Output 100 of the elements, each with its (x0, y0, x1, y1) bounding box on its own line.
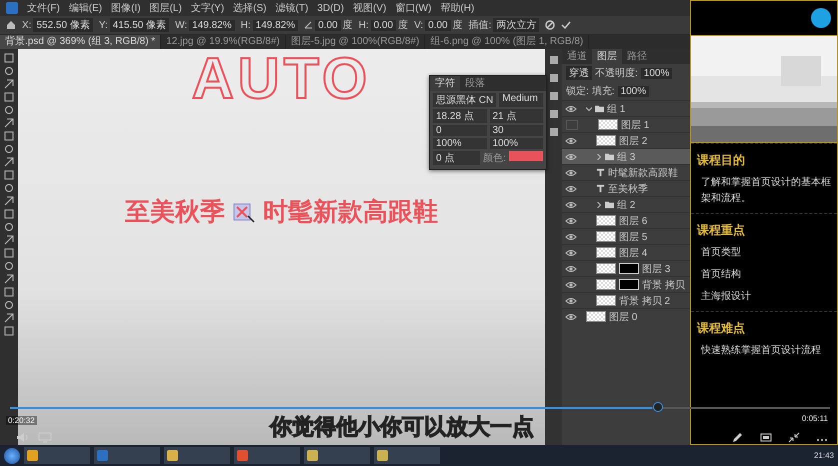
opacity-field[interactable]: 100% (640, 68, 672, 78)
menu-item[interactable]: 编辑(E) (68, 1, 102, 15)
layer-name: 至美秋季 (608, 182, 648, 196)
menu-item[interactable]: 帮助(H) (440, 1, 474, 15)
menu-item[interactable]: 图像(I) (111, 1, 141, 15)
layer-row[interactable]: 背景 拷贝 2 (562, 292, 690, 308)
option-field[interactable]: 0.00 (425, 20, 451, 30)
eye-icon[interactable] (565, 104, 577, 112)
layer-row[interactable]: 组 3 (562, 148, 690, 164)
eye-icon[interactable] (565, 200, 577, 208)
taskbar-button[interactable] (164, 447, 230, 464)
caret-icon[interactable] (586, 106, 592, 112)
menu-item[interactable]: 3D(D) (317, 2, 344, 14)
layer-row[interactable]: 图层 0 (562, 308, 690, 324)
menu-item[interactable]: 视图(V) (352, 1, 386, 15)
pencil-icon[interactable] (732, 432, 744, 443)
eye-icon[interactable] (565, 168, 577, 176)
folder-icon (605, 200, 614, 209)
tool-icon[interactable] (4, 79, 14, 89)
volume-icon[interactable] (16, 432, 30, 443)
color-swatch[interactable] (509, 151, 543, 161)
font-family-field[interactable]: 思源黑体 CN (433, 93, 496, 107)
screen-icon[interactable] (760, 432, 772, 443)
option-field[interactable]: 552.50 像素 (33, 18, 93, 32)
layer-name: 图层 4 (619, 246, 648, 260)
panel-tab[interactable]: 图层 (592, 49, 622, 64)
option-field[interactable]: 149.82% (189, 20, 235, 30)
taskbar-button[interactable] (374, 447, 440, 464)
angle-icon (304, 21, 314, 29)
menu-item[interactable]: 文件(F) (27, 1, 60, 15)
tool-icon[interactable] (4, 313, 14, 323)
tracking-field[interactable]: 30 (490, 125, 543, 136)
tool-icon[interactable] (4, 274, 14, 284)
panel-tab[interactable]: 字符 (430, 76, 460, 91)
leading-field[interactable]: 21 点 (490, 109, 543, 123)
layer-row[interactable]: 图层 6 (562, 212, 690, 228)
commit-check-icon[interactable] (561, 20, 572, 30)
baseline-shift-field[interactable]: 0 点 (433, 151, 480, 165)
eye-icon[interactable] (565, 296, 577, 304)
canvas-text: 时髦新款高跟鞋 (263, 197, 438, 228)
cancel-icon[interactable] (545, 20, 556, 30)
font-size-field[interactable]: 18.28 点 (433, 109, 486, 123)
taskbar-button[interactable] (234, 447, 300, 464)
eye-icon[interactable] (565, 264, 577, 272)
panel-tab[interactable]: 通道 (562, 49, 592, 64)
section-title: 课程目的 (697, 152, 746, 169)
horizontal-scale-field[interactable]: 100% (490, 138, 543, 149)
layer-row[interactable]: 时髦新款高跟鞋 (562, 164, 690, 180)
option-field[interactable]: 0.00 (370, 20, 396, 30)
caret-icon[interactable] (596, 154, 602, 160)
visibility-toggle[interactable] (566, 120, 578, 130)
layer-row[interactable]: 至美秋季 (562, 180, 690, 196)
tool-icon[interactable] (4, 118, 14, 128)
layer-row[interactable]: 图层 1 (562, 116, 690, 132)
layer-row[interactable]: 图层 3 (562, 260, 690, 276)
menu-item[interactable]: 窗口(W) (395, 1, 432, 15)
eye-icon[interactable] (565, 248, 577, 256)
layer-row[interactable]: 背景 拷贝 (562, 276, 690, 292)
eye-icon[interactable] (565, 152, 577, 160)
taskbar-button[interactable] (304, 447, 370, 464)
taskbar-button[interactable] (24, 447, 90, 464)
menu-item[interactable]: 文字(Y) (190, 1, 224, 15)
font-style-field[interactable]: Medium (499, 93, 543, 107)
tool-icon[interactable] (4, 157, 14, 167)
layer-row[interactable]: 组 1 (562, 100, 690, 116)
option-field[interactable]: 两次立方 (493, 18, 540, 32)
layer-row[interactable]: 组 2 (562, 196, 690, 212)
layer-name: 图层 5 (619, 230, 648, 244)
tool-icon[interactable] (4, 326, 14, 336)
blend-mode-dropdown[interactable]: 穿透 (566, 66, 592, 80)
caret-icon[interactable] (596, 202, 602, 208)
layer-row[interactable]: 图层 5 (562, 228, 690, 244)
eye-icon[interactable] (565, 312, 577, 320)
layer-row[interactable]: 图层 4 (562, 244, 690, 260)
menu-item[interactable]: 选择(S) (233, 1, 266, 15)
layer-name: 图层 1 (621, 118, 650, 132)
eye-icon[interactable] (565, 280, 577, 288)
option-field[interactable]: 0.00 (315, 20, 341, 30)
eye-icon[interactable] (565, 216, 577, 224)
menu-item[interactable]: 图层(L) (150, 1, 182, 15)
option-field[interactable]: 415.50 像素 (110, 18, 170, 32)
eye-icon[interactable] (565, 232, 577, 240)
panel-tab[interactable]: 段落 (460, 76, 490, 91)
avatar[interactable] (811, 8, 831, 28)
shrink-icon[interactable] (788, 432, 800, 443)
menu-item[interactable]: 滤镜(T) (276, 1, 308, 15)
layer-thumbnail (596, 215, 616, 226)
kerning-field[interactable]: 0 (433, 125, 486, 136)
tool-icon[interactable] (4, 196, 14, 206)
home-icon[interactable] (6, 20, 16, 30)
panel-tab[interactable]: 路径 (622, 49, 652, 64)
fill-field[interactable]: 100% (618, 86, 650, 96)
eye-icon[interactable] (565, 184, 577, 192)
section-text: 首页结构 (700, 268, 742, 282)
eye-icon[interactable] (565, 136, 577, 144)
option-field[interactable]: 149.82% (252, 20, 298, 30)
document-tab[interactable]: 背景.psd @ 369% (组 3, RGB/8) * (0, 35, 162, 49)
vertical-scale-field[interactable]: 100% (433, 138, 486, 149)
start-button[interactable] (4, 448, 20, 464)
tool-icon[interactable] (4, 235, 14, 245)
